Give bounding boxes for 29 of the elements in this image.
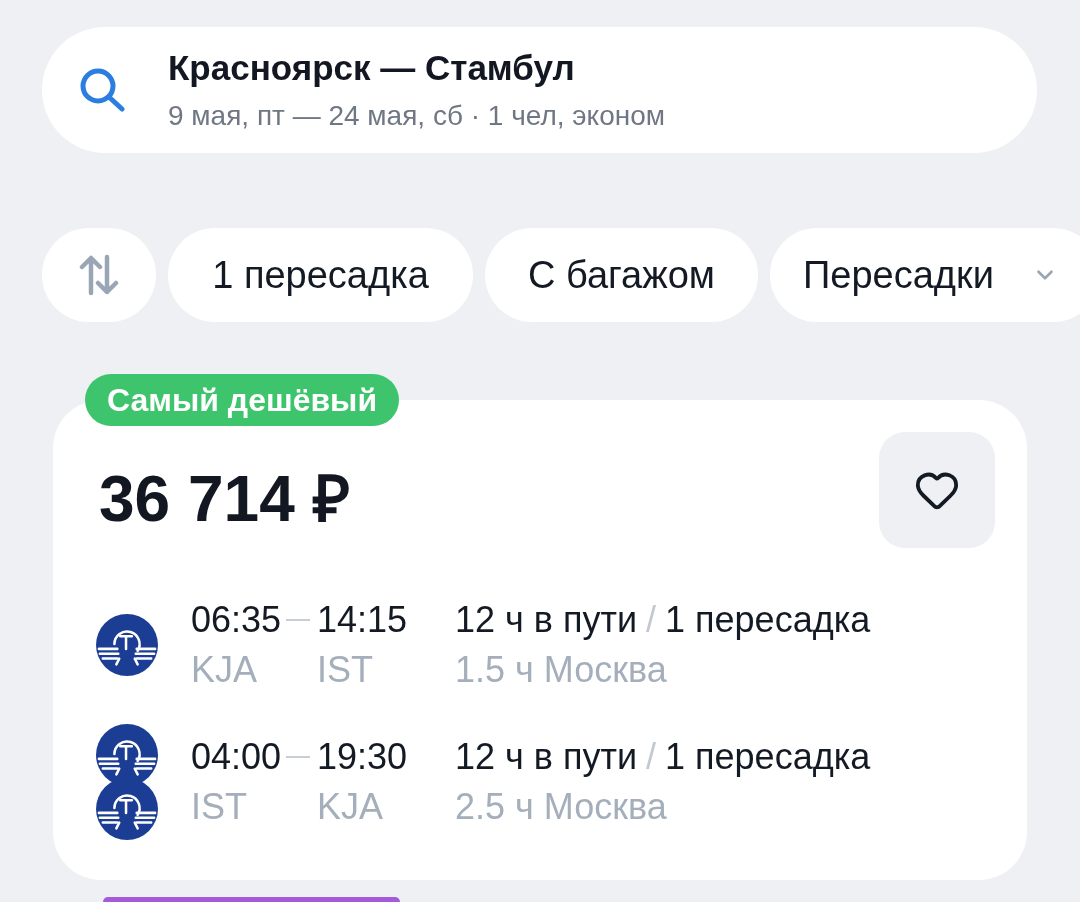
filter-dropdown[interactable]: Пересадки bbox=[770, 228, 1080, 322]
destination-code: IST bbox=[317, 648, 373, 692]
origin-code: IST bbox=[191, 785, 247, 829]
slash-separator: / bbox=[646, 598, 657, 642]
cheapest-badge: Самый дешёвый bbox=[85, 374, 400, 426]
arrival-time: 14:15 bbox=[317, 598, 408, 642]
layover-info: 2.5 ч Москва bbox=[455, 785, 667, 829]
origin-code: KJA bbox=[191, 648, 258, 692]
favorite-button[interactable] bbox=[879, 432, 995, 548]
sort-arrows-icon bbox=[79, 253, 119, 297]
filter-chip[interactable]: С багажом bbox=[485, 228, 758, 322]
slash-separator: / bbox=[646, 735, 657, 779]
dropdown-label: Пересадки bbox=[803, 256, 994, 294]
departure-time: 04:00 bbox=[191, 735, 282, 779]
stops-count: 1 пересадка bbox=[665, 735, 871, 779]
stops-count: 1 пересадка bbox=[665, 598, 871, 642]
airline-logo-icon bbox=[95, 614, 158, 676]
flight-duration: 12 ч в пути bbox=[455, 735, 638, 779]
search-bar[interactable]: Красноярск — Стамбул 9 мая, пт — 24 мая, сб · 1 чел, эконом bbox=[42, 27, 1037, 153]
search-icon bbox=[80, 68, 126, 112]
arrival-time: 19:30 bbox=[317, 735, 408, 779]
trip-details: 9 мая, пт — 24 мая, сб · 1 чел, эконом bbox=[168, 99, 665, 133]
flight-duration: 12 ч в пути bbox=[455, 598, 638, 642]
ticket-price: 36 714 ₽ bbox=[99, 467, 350, 531]
departure-time: 06:35 bbox=[191, 598, 282, 642]
filter-chip[interactable]: 1 пересадка bbox=[168, 228, 473, 322]
layover-info: 1.5 ч Москва bbox=[455, 648, 667, 692]
route-title: Красноярск — Стамбул bbox=[168, 47, 576, 89]
destination-code: KJA bbox=[317, 785, 384, 829]
